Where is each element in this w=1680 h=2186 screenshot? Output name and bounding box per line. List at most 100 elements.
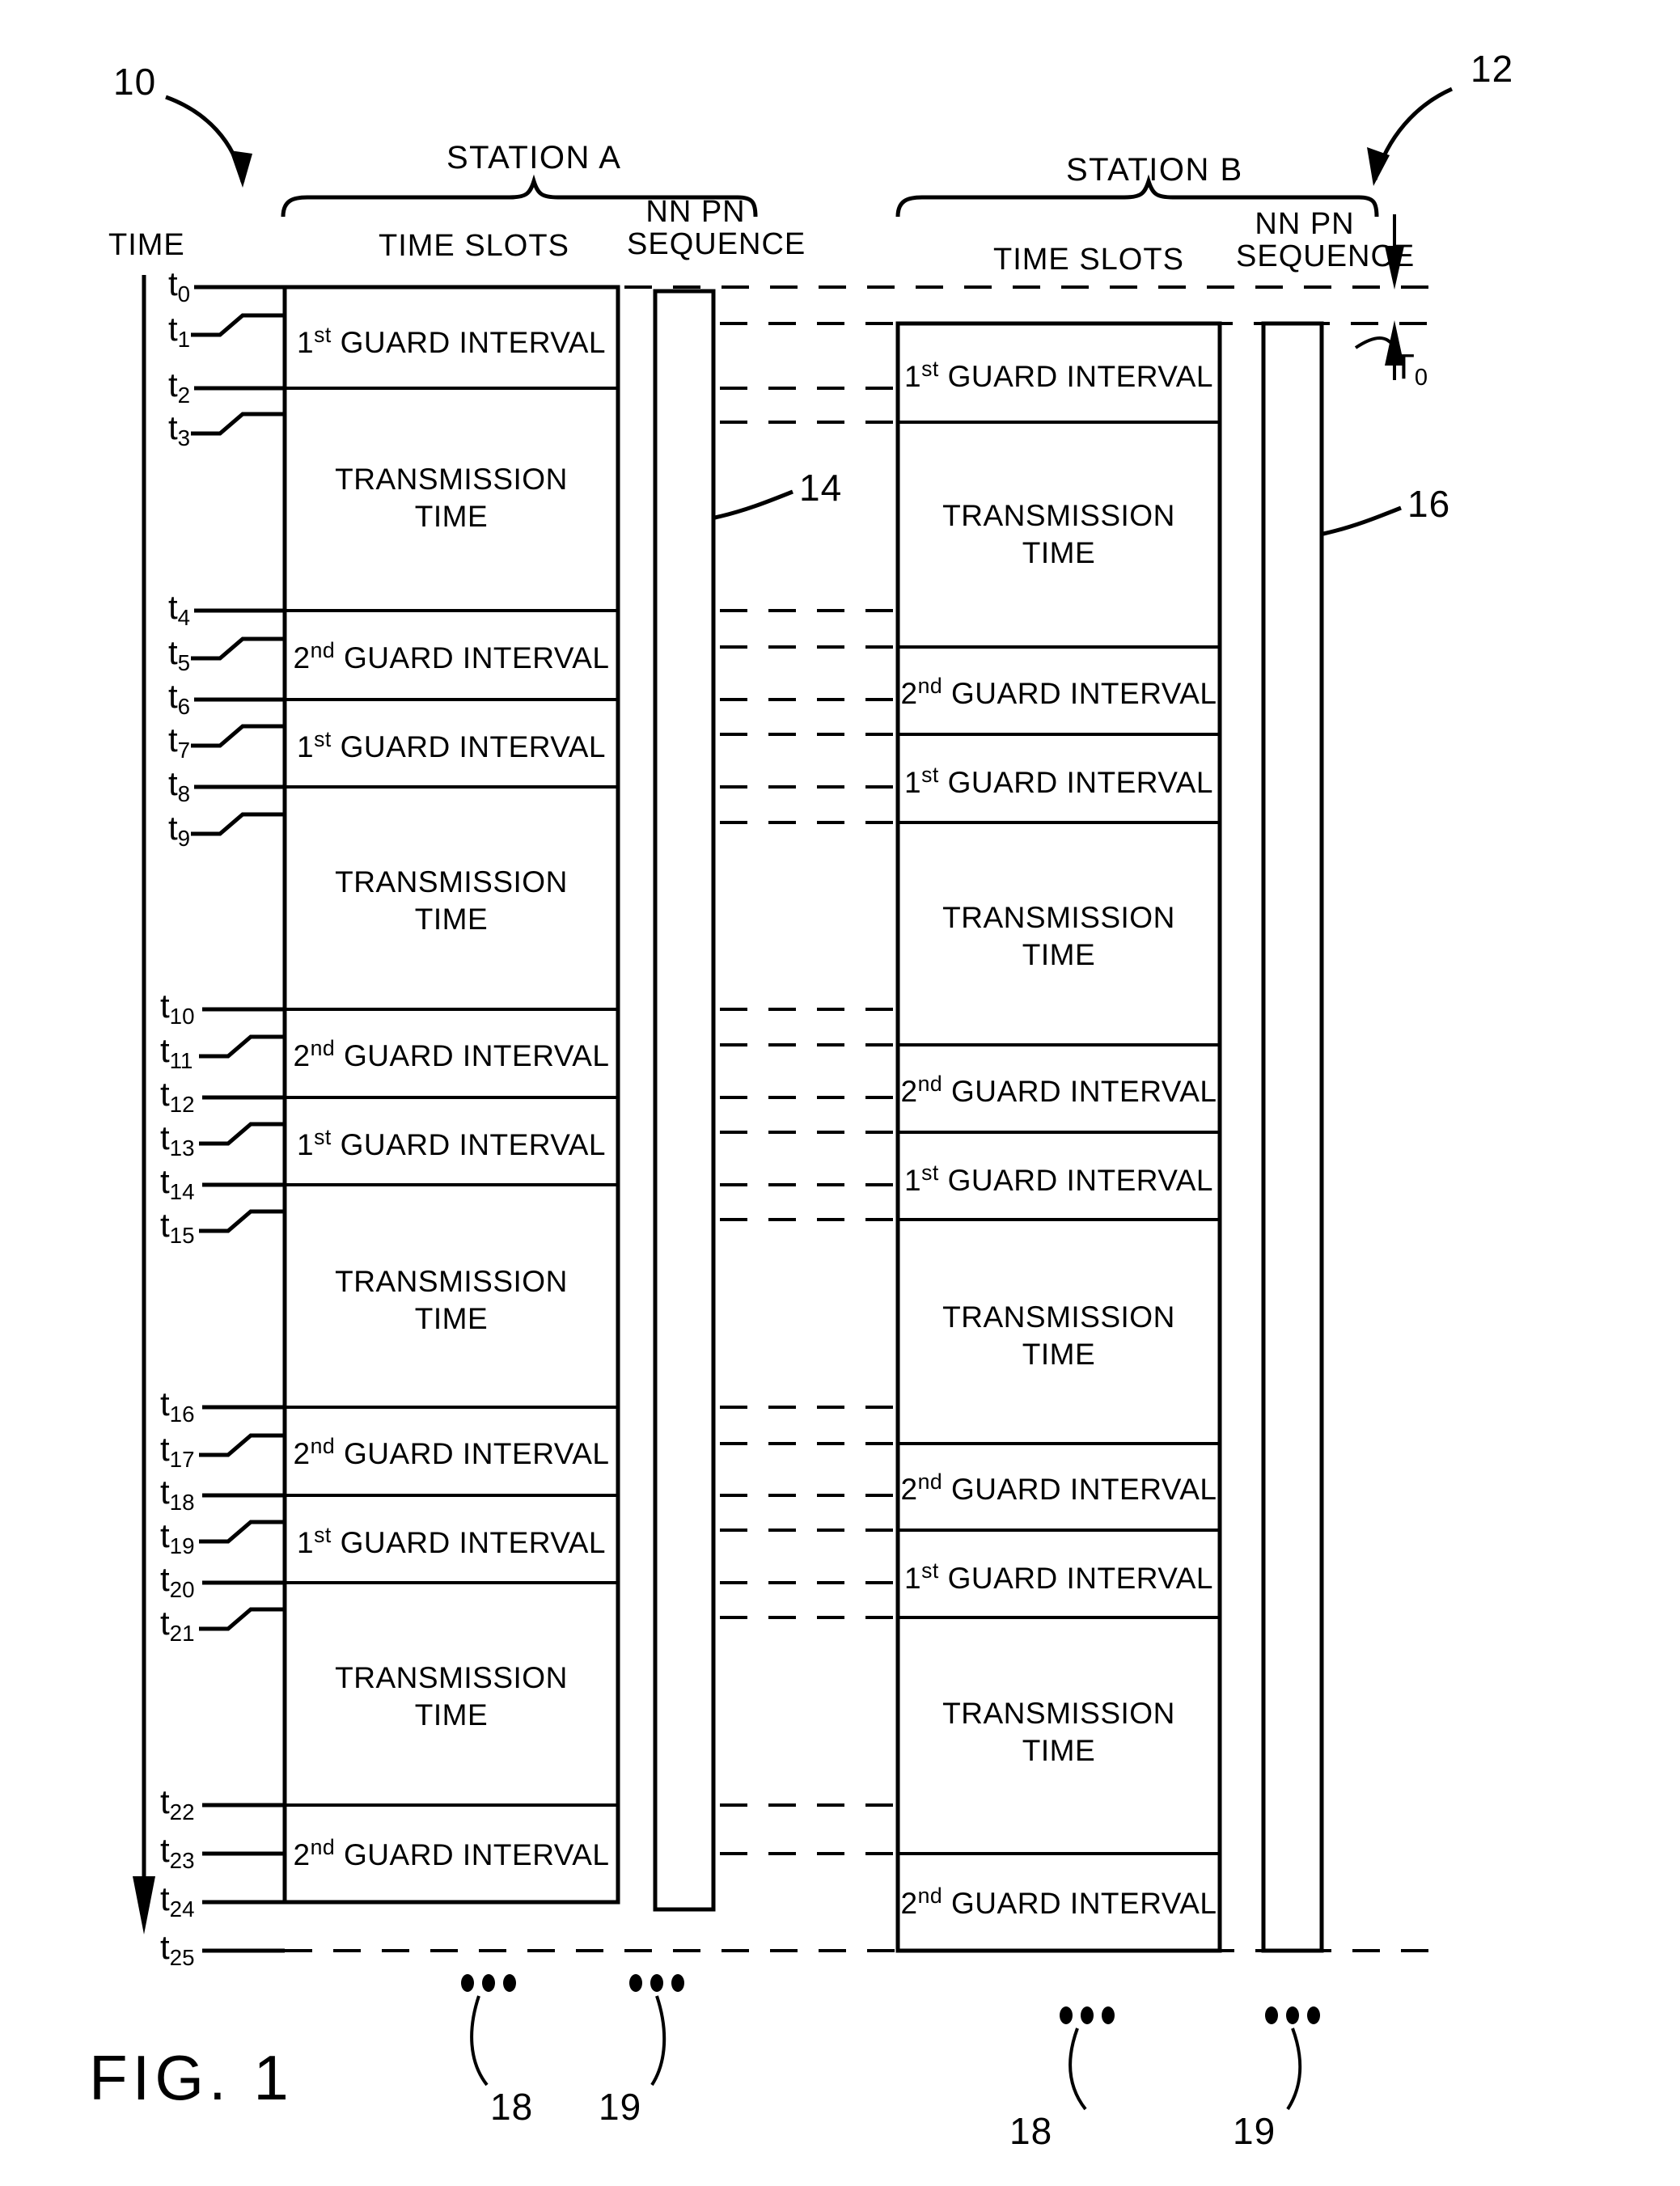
tick-leader-t7 <box>191 724 285 748</box>
time-tick-t12: t12 <box>160 1075 195 1117</box>
time-tick-t25: t25 <box>160 1928 195 1970</box>
tick-leader-t19 <box>199 1520 285 1544</box>
leader-14 <box>714 489 793 520</box>
station-a-pn-line2: SEQUENCE <box>627 226 806 261</box>
reference-numeral-19-a: 19 <box>599 2086 642 2128</box>
station-a-slot-4: TRANSMISSION TIME <box>335 865 568 937</box>
ellipsis-dots-a-pn <box>629 1974 684 1992</box>
reference-numeral-18-b: 18 <box>1009 2110 1053 2152</box>
ellipsis-dots-a-slots <box>461 1974 516 1992</box>
figure-linework <box>133 87 1454 2111</box>
station-b-title: STATION B <box>1066 152 1243 188</box>
reference-numeral-16: 16 <box>1407 483 1451 525</box>
time-tick-t8: t8 <box>168 764 191 806</box>
reference-numeral-10: 10 <box>113 61 157 103</box>
station-b-slot-9: 1st GUARD INTERVAL <box>904 1558 1213 1595</box>
reference-numeral-18-a: 18 <box>490 2086 534 2128</box>
station-a-slot-3: 1st GUARD INTERVAL <box>297 727 606 763</box>
leader-19-a <box>650 1995 666 2087</box>
time-tick-t11: t11 <box>160 1031 193 1073</box>
tick-leader-t13 <box>199 1122 285 1146</box>
tick-leader-t9 <box>191 812 285 836</box>
time-tick-t4: t4 <box>168 588 191 630</box>
station-a-slot-5: 2nd GUARD INTERVAL <box>293 1036 610 1072</box>
t0-leader <box>1354 336 1396 349</box>
station-a-slot-8: 2nd GUARD INTERVAL <box>293 1434 610 1470</box>
leader-10 <box>165 95 245 183</box>
time-tick-t20: t20 <box>160 1560 195 1602</box>
station-b-slot-10: TRANSMISSION TIME <box>942 1697 1175 1768</box>
t0-offset-label: T0 <box>1393 347 1428 391</box>
leader-16 <box>1322 505 1402 536</box>
tick-leader-t11 <box>199 1034 285 1059</box>
time-tick-t3: t3 <box>168 408 191 450</box>
tick-leader-t3 <box>191 412 285 436</box>
tick-leader-t21 <box>199 1607 285 1631</box>
time-tick-t23: t23 <box>160 1831 195 1873</box>
station-a-slot-1: TRANSMISSION TIME <box>335 463 568 534</box>
leader-18-b <box>1069 2027 1087 2111</box>
station-b-pn-line1: NN PN <box>1255 207 1355 241</box>
figure-caption: FIG. 1 <box>89 2042 294 2113</box>
time-tick-t22: t22 <box>160 1782 195 1824</box>
station-b-slot-7: TRANSMISSION TIME <box>942 1300 1175 1372</box>
station-a-slot-10: TRANSMISSION TIME <box>335 1661 568 1732</box>
tick-leader-t5 <box>191 636 285 661</box>
leader-10-arrowhead <box>230 150 252 188</box>
time-tick-leaders <box>191 285 285 1953</box>
leader-12 <box>1373 87 1454 180</box>
station-a-slot-9: 1st GUARD INTERVAL <box>297 1523 606 1559</box>
patent-figure-1: 10 12 14 16 18 19 18 19 STATION A STATIO… <box>0 0 1680 2186</box>
leader-19-b <box>1286 2027 1302 2111</box>
station-b-pn-bar <box>1261 321 1324 1953</box>
station-a-slot-11: 2nd GUARD INTERVAL <box>293 1835 610 1871</box>
time-tick-t17: t17 <box>160 1430 195 1472</box>
station-a-col-time-slots: TIME SLOTS <box>379 229 569 263</box>
time-tick-t19: t19 <box>160 1516 195 1558</box>
station-a-slot-6: 1st GUARD INTERVAL <box>297 1125 606 1161</box>
ellipsis-dots-b-pn <box>1265 2006 1320 2024</box>
reference-numeral-19-b: 19 <box>1233 2110 1276 2152</box>
leader-18-a <box>470 1995 489 2087</box>
station-b-slot-0: 1st GUARD INTERVAL <box>904 357 1213 393</box>
station-a-pn-bar <box>653 289 716 1912</box>
time-tick-t9: t9 <box>168 809 191 851</box>
station-a-pn-line1: NN PN <box>645 195 746 229</box>
station-b-slot-1: TRANSMISSION TIME <box>942 499 1175 570</box>
time-tick-t21: t21 <box>160 1604 195 1646</box>
time-tick-t18: t18 <box>160 1473 195 1515</box>
tick-leader-t1 <box>191 313 285 337</box>
station-b-col-nn-pn-sequence: NN PN SEQUENCE <box>1236 207 1416 273</box>
tick-leader-t17 <box>199 1433 285 1457</box>
station-a-title: STATION A <box>446 140 622 175</box>
reference-numeral-12: 12 <box>1471 48 1514 90</box>
station-b-slot-6: 1st GUARD INTERVAL <box>904 1161 1213 1197</box>
time-tick-t16: t16 <box>160 1385 195 1427</box>
station-b-col-time-slots: TIME SLOTS <box>993 243 1184 277</box>
ellipsis-dots-b-slots <box>1060 2006 1115 2024</box>
station-b-slot-4: TRANSMISSION TIME <box>942 901 1175 972</box>
time-tick-t1: t1 <box>168 310 191 352</box>
station-b-slot-11: 2nd GUARD INTERVAL <box>900 1884 1217 1920</box>
time-tick-t6: t6 <box>168 677 191 719</box>
station-a-slot-7: TRANSMISSION TIME <box>335 1265 568 1336</box>
station-b-slot-2: 2nd GUARD INTERVAL <box>900 674 1217 710</box>
time-tick-t7: t7 <box>168 721 191 763</box>
time-axis-label: TIME <box>108 228 185 262</box>
station-b-slot-8: 2nd GUARD INTERVAL <box>900 1469 1217 1506</box>
time-tick-t14: t14 <box>160 1162 195 1204</box>
station-b-pn-line2: SEQUENCE <box>1236 239 1416 273</box>
time-tick-t10: t10 <box>160 987 195 1029</box>
time-tick-t13: t13 <box>160 1118 195 1161</box>
station-a-slot-2: 2nd GUARD INTERVAL <box>293 638 610 674</box>
time-tick-t2: t2 <box>168 366 191 408</box>
station-b-slot-5: 2nd GUARD INTERVAL <box>900 1072 1217 1108</box>
time-tick-t0: t0 <box>168 264 191 307</box>
time-axis-arrowhead <box>133 1876 155 1934</box>
station-a-col-nn-pn-sequence: NN PN SEQUENCE <box>627 195 806 261</box>
time-tick-t15: t15 <box>160 1206 195 1248</box>
station-b-slot-3: 1st GUARD INTERVAL <box>904 763 1213 799</box>
tick-leader-t15 <box>199 1209 285 1233</box>
time-tick-t24: t24 <box>160 1879 195 1922</box>
station-a-slot-0: 1st GUARD INTERVAL <box>297 323 606 359</box>
